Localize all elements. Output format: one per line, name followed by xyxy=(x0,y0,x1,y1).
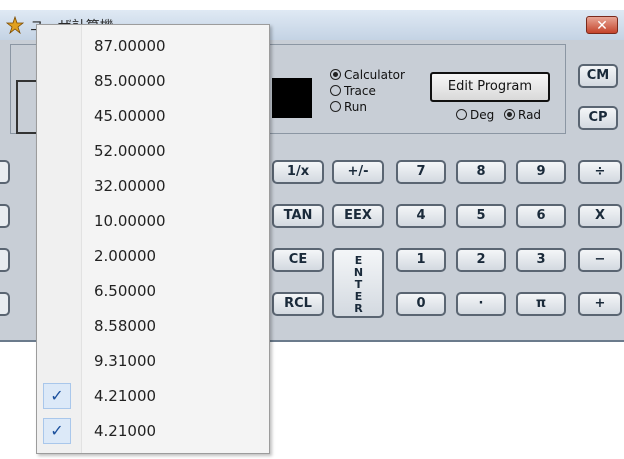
menu-item-label: 2.00000 xyxy=(94,247,157,265)
digit-4-key[interactable]: 4 xyxy=(396,204,446,228)
digit-8-key[interactable]: 8 xyxy=(456,160,506,184)
menu-item-label: 85.00000 xyxy=(94,72,166,90)
angle-rad-radio[interactable]: Rad xyxy=(504,108,541,122)
menu-item-label: 87.00000 xyxy=(94,37,166,55)
radio-selected-icon xyxy=(504,109,515,120)
edit-program-button[interactable]: Edit Program xyxy=(430,72,550,102)
enter-label: ENTER xyxy=(352,254,365,314)
menu-item-label: 6.50000 xyxy=(94,282,157,300)
decimal-point-key[interactable]: · xyxy=(456,292,506,316)
digit-9-key[interactable]: 9 xyxy=(516,160,566,184)
menu-item[interactable]: 52.00000 xyxy=(37,136,269,166)
digit-6-key[interactable]: 6 xyxy=(516,204,566,228)
mode-calculator-radio[interactable]: Calculator xyxy=(330,68,405,82)
recall-key[interactable]: RCL xyxy=(272,292,324,316)
divide-key[interactable]: ÷ xyxy=(578,160,622,184)
menu-item-label: 4.21000 xyxy=(94,387,157,405)
add-key[interactable]: + xyxy=(578,292,622,316)
menu-item[interactable]: ✓ 4.21000 xyxy=(37,381,269,411)
close-button[interactable]: ✕ xyxy=(586,16,618,34)
reciprocal-key[interactable]: 1/x xyxy=(272,160,324,184)
radio-unselected-icon xyxy=(456,109,467,120)
menu-item-label: 4.21000 xyxy=(94,422,157,440)
menu-item-label: 9.31000 xyxy=(94,352,157,370)
eex-key[interactable]: EEX xyxy=(332,204,384,228)
enter-key[interactable]: ENTER xyxy=(332,248,384,318)
digit-0-key[interactable]: 0 xyxy=(396,292,446,316)
menu-item-label: 45.00000 xyxy=(94,107,166,125)
menu-item[interactable]: 9.31000 xyxy=(37,346,269,376)
menu-item[interactable]: 32.00000 xyxy=(37,171,269,201)
left-edge-key[interactable] xyxy=(0,160,10,184)
menu-item[interactable]: 6.50000 xyxy=(37,276,269,306)
digit-5-key[interactable]: 5 xyxy=(456,204,506,228)
menu-item-label: 10.00000 xyxy=(94,212,166,230)
digit-3-key[interactable]: 3 xyxy=(516,248,566,272)
multiply-key[interactable]: X xyxy=(578,204,622,228)
menu-item[interactable]: 10.00000 xyxy=(37,206,269,236)
menu-item[interactable]: 87.00000 xyxy=(37,31,269,61)
mode-run-radio[interactable]: Run xyxy=(330,100,367,114)
checkmark-icon: ✓ xyxy=(43,418,71,444)
digit-2-key[interactable]: 2 xyxy=(456,248,506,272)
radio-unselected-icon xyxy=(330,101,341,112)
radio-selected-icon xyxy=(330,69,341,80)
stack-history-menu: 87.00000 85.00000 45.00000 52.00000 32.00000… xyxy=(36,24,270,454)
menu-item-label: 32.00000 xyxy=(94,177,166,195)
left-display-edge xyxy=(16,80,38,134)
menu-item[interactable]: 45.00000 xyxy=(37,101,269,131)
left-edge-key[interactable] xyxy=(0,248,10,272)
pi-key[interactable]: π xyxy=(516,292,566,316)
display-screen xyxy=(272,78,312,118)
menu-item[interactable]: ✓ 4.21000 xyxy=(37,416,269,446)
menu-item-label: 8.58000 xyxy=(94,317,157,335)
clear-program-button[interactable]: CP xyxy=(578,106,618,130)
left-edge-key[interactable] xyxy=(0,292,10,316)
clear-entry-key[interactable]: CE xyxy=(272,248,324,272)
sign-toggle-key[interactable]: +/- xyxy=(332,160,384,184)
clear-memory-button[interactable]: CM xyxy=(578,64,618,88)
menu-item-label: 52.00000 xyxy=(94,142,166,160)
menu-item[interactable]: 85.00000 xyxy=(37,66,269,96)
tan-key[interactable]: TAN xyxy=(272,204,324,228)
digit-1-key[interactable]: 1 xyxy=(396,248,446,272)
checkmark-icon: ✓ xyxy=(43,383,71,409)
left-edge-key[interactable] xyxy=(0,204,10,228)
mode-trace-radio[interactable]: Trace xyxy=(330,84,376,98)
app-icon xyxy=(6,16,24,34)
menu-item[interactable]: 2.00000 xyxy=(37,241,269,271)
subtract-key[interactable]: − xyxy=(578,248,622,272)
menu-item[interactable]: 8.58000 xyxy=(37,311,269,341)
digit-7-key[interactable]: 7 xyxy=(396,160,446,184)
angle-deg-radio[interactable]: Deg xyxy=(456,108,494,122)
radio-unselected-icon xyxy=(330,85,341,96)
